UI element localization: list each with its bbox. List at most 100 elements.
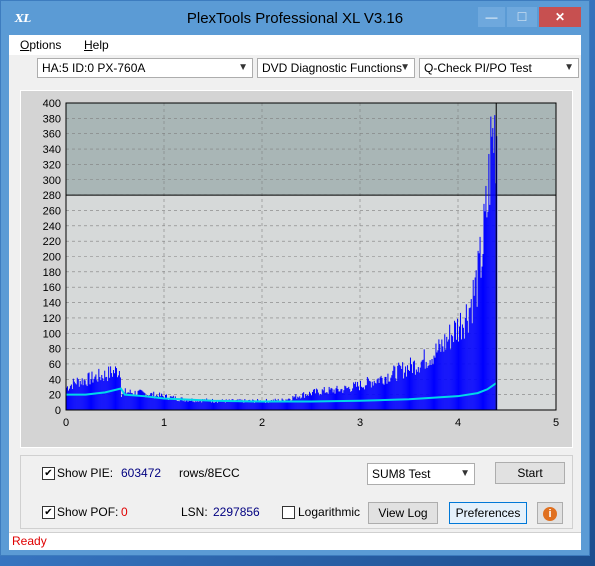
y-tick-label: 80 bbox=[49, 344, 61, 356]
menu-help[interactable]: Help bbox=[84, 38, 109, 52]
pie-bar bbox=[132, 394, 134, 410]
y-tick-label: 20 bbox=[49, 390, 61, 402]
pie-bar bbox=[458, 341, 459, 410]
x-tick-label: 1 bbox=[161, 417, 167, 429]
pie-bar bbox=[312, 389, 314, 410]
minimize-button[interactable]: — bbox=[478, 7, 505, 27]
y-tick-label: 120 bbox=[43, 313, 61, 325]
pie-bar bbox=[475, 270, 477, 410]
x-tick-label: 5 bbox=[553, 417, 559, 429]
pie-bar bbox=[224, 402, 226, 410]
pie-bar bbox=[323, 387, 325, 410]
drive-select[interactable]: HA:5 ID:0 PX-760A ▼ bbox=[37, 58, 253, 78]
pie-bar bbox=[124, 388, 126, 410]
pie-bar bbox=[220, 400, 222, 410]
title-bar[interactable]: XL PlexTools Professional XL V3.16 — ☐ ✕ bbox=[1, 1, 589, 35]
pie-bar bbox=[461, 324, 463, 410]
logarithmic-checkbox[interactable] bbox=[282, 506, 295, 519]
pie-bar bbox=[348, 386, 350, 410]
pie-bar bbox=[223, 401, 225, 410]
pie-bar bbox=[362, 387, 364, 410]
show-pof-checkbox[interactable]: ✔ bbox=[42, 506, 55, 519]
y-tick-label: 60 bbox=[49, 359, 61, 371]
pie-bar bbox=[187, 401, 189, 410]
pie-bar bbox=[422, 359, 424, 410]
pie-bar bbox=[476, 306, 478, 410]
close-button[interactable]: ✕ bbox=[539, 7, 581, 27]
y-tick-label: 300 bbox=[43, 175, 61, 187]
pie-bar bbox=[477, 250, 479, 410]
pie-bar bbox=[458, 326, 460, 410]
pie-bar bbox=[178, 401, 180, 410]
y-tick-label: 180 bbox=[43, 267, 61, 279]
test-select[interactable]: Q-Check PI/PO Test ▼ bbox=[419, 58, 579, 78]
pie-bar bbox=[129, 389, 131, 410]
pie-bar bbox=[91, 371, 93, 410]
pie-bar bbox=[377, 378, 379, 410]
check-icon: ✔ bbox=[44, 507, 53, 518]
function-select[interactable]: DVD Diagnostic Functions ▼ bbox=[257, 58, 415, 78]
pie-bar bbox=[373, 380, 375, 410]
pie-bar bbox=[456, 339, 458, 410]
pie-bar bbox=[85, 384, 87, 410]
pie-bar bbox=[177, 400, 179, 410]
pie-bar bbox=[89, 384, 91, 410]
info-button[interactable]: i bbox=[537, 502, 563, 524]
pie-bar bbox=[166, 398, 168, 410]
sum-test-select[interactable]: SUM8 Test ▼ bbox=[367, 463, 475, 485]
pie-bar bbox=[278, 401, 280, 410]
pie-bar bbox=[115, 366, 116, 410]
pie-bar bbox=[450, 349, 452, 410]
pie-bar bbox=[66, 386, 68, 410]
show-pie-checkbox[interactable]: ✔ bbox=[42, 467, 55, 480]
start-button[interactable]: Start bbox=[495, 462, 565, 484]
pie-bar bbox=[420, 361, 422, 410]
pie-bar bbox=[68, 388, 70, 410]
pie-bar bbox=[182, 401, 184, 410]
pie-bar bbox=[254, 402, 256, 410]
pie-bar bbox=[292, 395, 294, 410]
pie-bar bbox=[356, 386, 358, 410]
pie-bar bbox=[70, 384, 72, 410]
pie-bar bbox=[298, 397, 300, 410]
pie-unit: rows/8ECC bbox=[179, 466, 240, 480]
options-panel: ✔ Show PIE: 603472 rows/8ECC ✔ Show POF:… bbox=[20, 455, 573, 529]
pie-bar bbox=[262, 402, 263, 410]
pie-bar bbox=[397, 365, 399, 410]
pie-value: 603472 bbox=[121, 466, 162, 480]
pie-bar bbox=[96, 380, 98, 410]
pie-bar bbox=[361, 387, 363, 410]
pie-bar bbox=[409, 370, 410, 410]
pie-bar bbox=[354, 383, 356, 410]
y-tick-label: 340 bbox=[43, 144, 61, 156]
view-log-button[interactable]: View Log bbox=[368, 502, 438, 524]
pie-bar bbox=[120, 396, 122, 410]
pie-bar bbox=[251, 401, 253, 410]
pie-bar bbox=[328, 386, 330, 410]
pie-bar bbox=[434, 357, 436, 410]
pie-bar bbox=[159, 392, 161, 410]
pie-bar bbox=[97, 381, 99, 410]
pie-bar bbox=[352, 388, 354, 410]
x-tick-label: 4 bbox=[455, 417, 461, 429]
menu-help-label: elp bbox=[92, 38, 109, 52]
pie-bar bbox=[203, 400, 205, 410]
pie-bar bbox=[214, 402, 216, 410]
pie-bar bbox=[142, 391, 144, 410]
pie-bar bbox=[299, 396, 301, 410]
pie-bar bbox=[95, 374, 97, 410]
status-bar: Ready bbox=[9, 532, 581, 550]
pie-bar bbox=[164, 394, 166, 410]
pie-bar bbox=[483, 203, 485, 410]
y-tick-label: 240 bbox=[43, 221, 61, 233]
maximize-button[interactable]: ☐ bbox=[507, 7, 537, 27]
y-tick-label: 140 bbox=[43, 298, 61, 310]
menu-options[interactable]: Options bbox=[20, 38, 61, 52]
pie-bar bbox=[417, 367, 419, 410]
pie-bar bbox=[426, 367, 428, 410]
preferences-button[interactable]: Preferences bbox=[449, 502, 527, 524]
pie-bar bbox=[394, 366, 396, 410]
y-tick-label: 0 bbox=[55, 405, 61, 417]
pie-bar bbox=[133, 394, 135, 410]
pie-bar bbox=[349, 388, 351, 410]
